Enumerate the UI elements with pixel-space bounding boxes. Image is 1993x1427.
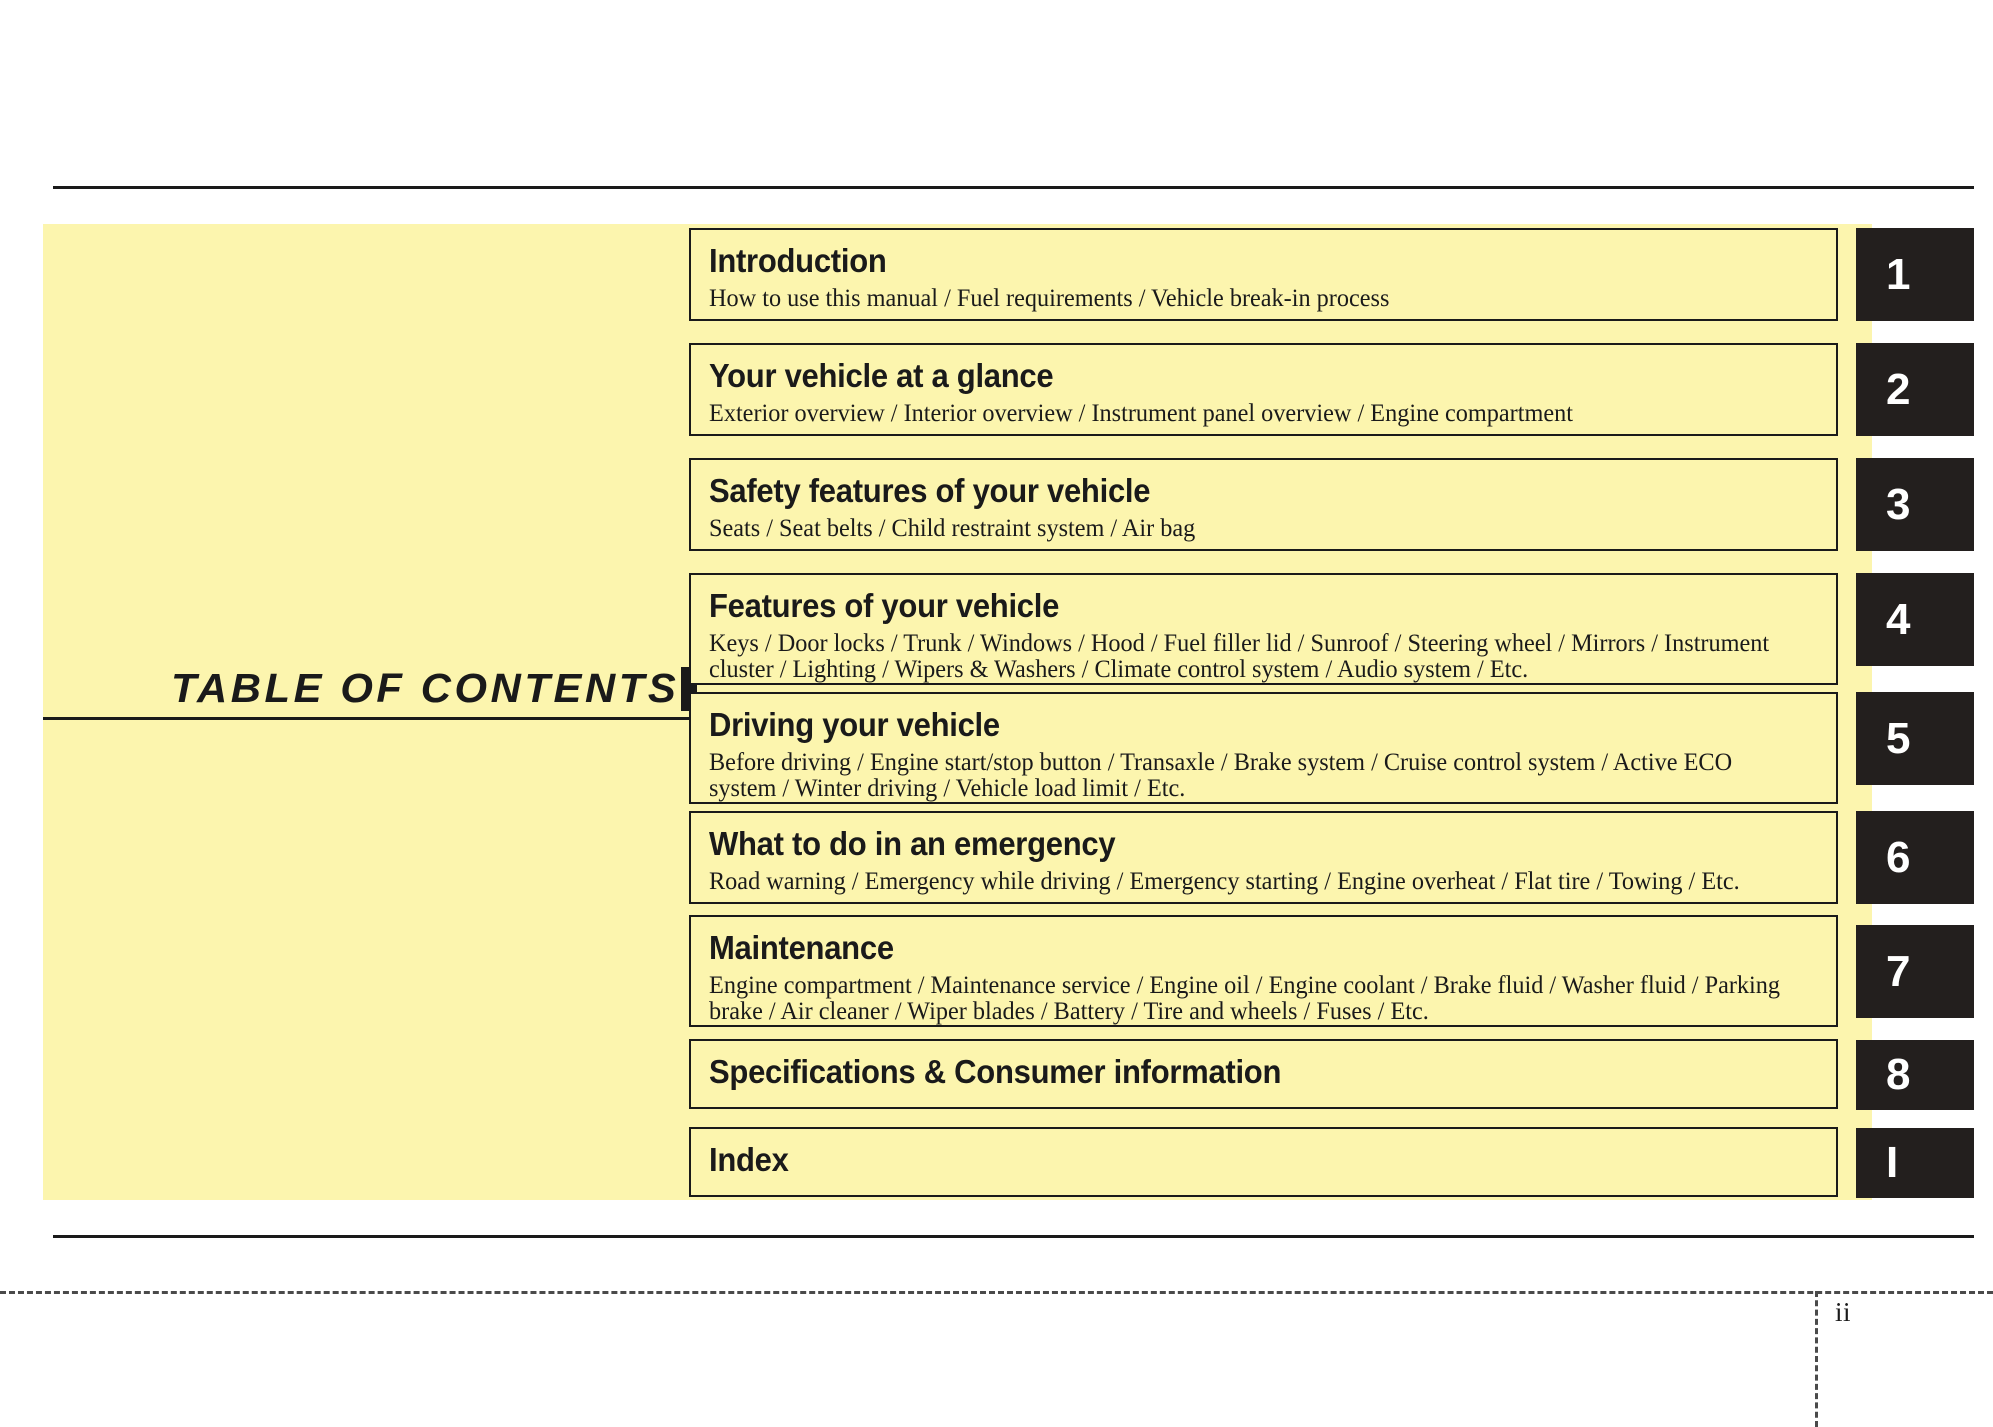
toc-section-box[interactable]: Maintenance Engine compartment / Maintena… xyxy=(689,915,1838,1027)
toc-section-tab[interactable]: 6 xyxy=(1856,811,1974,904)
toc-section-tab[interactable]: 1 xyxy=(1856,228,1974,321)
toc-section-tab[interactable]: 4 xyxy=(1856,573,1974,666)
toc-section-subtitle: How to use this manual / Fuel requiremen… xyxy=(709,285,1390,312)
toc-section-subtitle: Before driving / Engine start/stop butto… xyxy=(709,749,1733,802)
toc-section-title: Driving your vehicle xyxy=(709,706,1000,743)
toc-section-title: Your vehicle at a glance xyxy=(709,357,1054,394)
crop-mark-vertical xyxy=(1815,1291,1818,1427)
toc-section-tab[interactable]: 2 xyxy=(1856,343,1974,436)
toc-section-box[interactable]: What to do in an emergency Road warning /… xyxy=(689,811,1838,904)
toc-section-tab[interactable]: I xyxy=(1856,1128,1974,1198)
toc-section-subtitle: Road warning / Emergency while driving /… xyxy=(709,868,1740,895)
toc-section-title: Specifications & Consumer information xyxy=(709,1053,1282,1090)
toc-section-tab[interactable]: 3 xyxy=(1856,458,1974,551)
toc-section-title: Features of your vehicle xyxy=(709,587,1060,624)
toc-section-subtitle: Exterior overview / Interior overview / … xyxy=(709,400,1573,427)
page-rule-bottom xyxy=(53,1235,1974,1238)
toc-section-subtitle: Keys / Door locks / Trunk / Windows / Ho… xyxy=(709,630,1770,683)
toc-section-box[interactable]: Driving your vehicle Before driving / Eng… xyxy=(689,692,1838,804)
toc-section-tab[interactable]: 8 xyxy=(1856,1040,1974,1110)
toc-section-subtitle: Seats / Seat belts / Child restraint sys… xyxy=(709,515,1196,542)
toc-section-box[interactable]: Specifications & Consumer information xyxy=(689,1039,1838,1109)
toc-section-subtitle: Engine compartment / Maintenance service… xyxy=(709,972,1781,1025)
toc-section-box[interactable]: Safety features of your vehicle Seats / S… xyxy=(689,458,1838,551)
toc-section-title: Index xyxy=(709,1141,789,1178)
toc-section-box[interactable]: Index xyxy=(689,1127,1838,1197)
toc-section-box[interactable]: Your vehicle at a glance Exterior overvie… xyxy=(689,343,1838,436)
page-number: ii xyxy=(1835,1297,1852,1327)
crop-mark-horizontal xyxy=(0,1291,1993,1294)
toc-section-box[interactable]: Introduction How to use this manual / Fue… xyxy=(689,228,1838,321)
toc-section-tab[interactable]: 7 xyxy=(1856,925,1974,1018)
toc-section-title: Introduction xyxy=(709,242,887,279)
toc-section-box[interactable]: Features of your vehicle Keys / Door lock… xyxy=(689,573,1838,685)
toc-section-title: Safety features of your vehicle xyxy=(709,472,1151,509)
toc-section-title: Maintenance xyxy=(709,929,894,966)
toc-section-list: Introduction How to use this manual / Fue… xyxy=(0,0,1993,1427)
toc-section-title: What to do in an emergency xyxy=(709,825,1116,862)
toc-section-tab[interactable]: 5 xyxy=(1856,692,1974,785)
